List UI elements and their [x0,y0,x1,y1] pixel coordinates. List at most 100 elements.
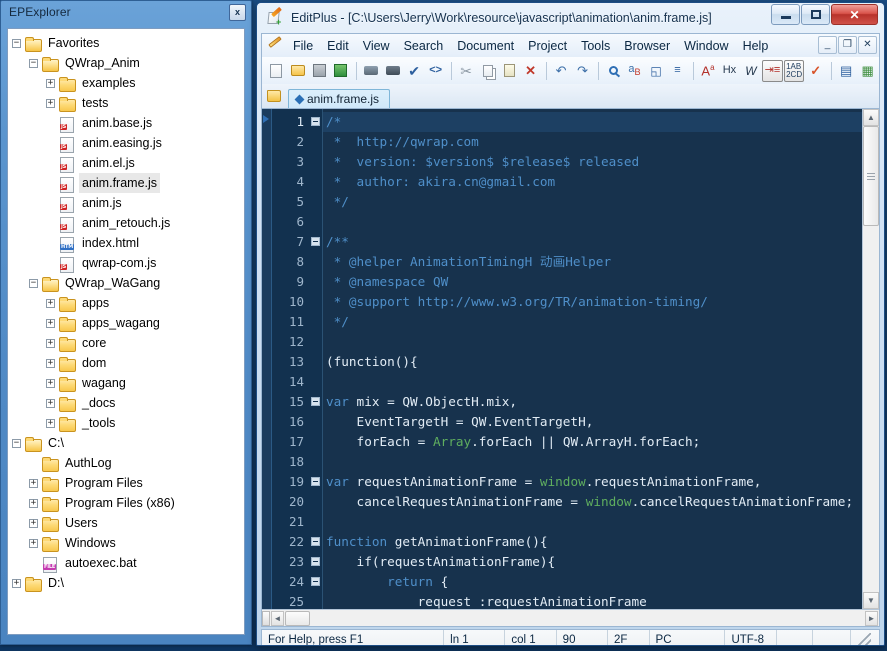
tree-item[interactable]: + Windows [12,533,242,553]
fold-toggle-icon[interactable] [308,532,322,552]
expand-icon[interactable]: + [29,518,38,528]
tree-item[interactable]: + apps_wagang [12,313,242,333]
save-all-icon[interactable] [330,60,350,82]
tree-item[interactable]: + Program Files (x86) [12,493,242,513]
fold-toggle-icon[interactable] [308,572,322,592]
collapse-icon[interactable]: − [29,58,38,68]
folder-icon[interactable] [267,88,283,104]
redo-icon[interactable]: ↷ [572,60,592,82]
split-view-handle[interactable] [262,610,270,626]
mdi-minimize-button[interactable]: _ [818,36,837,54]
fold-toggle-icon[interactable] [308,472,322,492]
fold-toggle-icon[interactable] [308,112,322,132]
tree-item[interactable]: AuthLog [12,453,242,473]
replace-icon[interactable]: aB [624,60,644,82]
hex-icon[interactable]: Hx [719,60,739,82]
tree-item[interactable]: + D:\ [12,573,242,593]
tree-item[interactable]: JS anim.el.js [12,153,242,173]
font-icon[interactable]: Aa [698,60,718,82]
fold-toggle-icon[interactable] [308,392,322,412]
menu-item-search[interactable]: Search [397,36,451,56]
expand-icon[interactable]: + [46,318,55,328]
window-close-button[interactable]: ✕ [831,4,878,25]
tree-item[interactable]: + Program Files [12,473,242,493]
expand-icon[interactable]: + [46,78,55,88]
expand-icon[interactable]: + [12,578,21,588]
collapse-icon[interactable]: − [12,38,21,48]
expand-icon[interactable]: + [46,378,55,388]
tree-item[interactable]: − QWrap_Anim [12,53,242,73]
menu-item-browser[interactable]: Browser [617,36,677,56]
tree-item[interactable]: JS anim_retouch.js [12,213,242,233]
mdi-close-button[interactable]: ✕ [858,36,877,54]
expand-icon[interactable]: + [29,478,38,488]
tree-item[interactable]: JS anim.frame.js [12,173,242,193]
vertical-scroll-thumb[interactable] [863,126,879,226]
find-icon[interactable] [603,60,623,82]
menu-item-view[interactable]: View [356,36,397,56]
code-text-area[interactable]: /* * http://qwrap.com * version: $versio… [322,109,879,609]
tree-item[interactable]: + apps [12,293,242,313]
print-icon[interactable] [382,60,402,82]
new-file-icon[interactable] [266,60,286,82]
check-icon[interactable]: ✓ [805,60,825,82]
view-source-icon[interactable]: <> [425,60,445,82]
menu-item-help[interactable]: Help [736,36,776,56]
tree-item[interactable]: JS qwrap-com.js [12,253,242,273]
scroll-left-button[interactable]: ◄ [271,610,284,626]
undo-icon[interactable]: ↶ [551,60,571,82]
expand-icon[interactable]: + [29,498,38,508]
menu-item-document[interactable]: Document [450,36,521,56]
code-fold-column[interactable] [308,109,322,609]
goto-line-icon[interactable]: ≡ [667,60,687,82]
tree-item[interactable]: − C:\ [12,433,242,453]
indent-icon[interactable]: ⇥≡ [762,59,783,82]
copy-icon[interactable] [477,60,497,82]
bookmark-column[interactable] [262,109,272,609]
expand-icon[interactable]: + [46,298,55,308]
menu-item-tools[interactable]: Tools [574,36,617,56]
window-maximize-button[interactable] [801,4,830,25]
tree-item[interactable]: HTM index.html [12,233,242,253]
document-tab[interactable]: anim.frame.js [288,89,391,108]
expand-icon[interactable]: + [46,418,55,428]
save-icon[interactable] [309,60,329,82]
menu-item-project[interactable]: Project [521,36,574,56]
menu-item-file[interactable]: File [286,36,320,56]
tree-item[interactable]: + core [12,333,242,353]
tree-item[interactable]: JS anim.js [12,193,242,213]
tree-item[interactable]: + tests [12,93,242,113]
expand-icon[interactable]: + [29,538,38,548]
scroll-down-button[interactable]: ▼ [863,592,879,609]
epexplorer-tree-panel[interactable]: − Favorites − QWrap_Anim + examples + tests JS an… [7,28,245,635]
paste-icon[interactable] [499,60,519,82]
find-next-icon[interactable]: ◱ [646,60,666,82]
word-wrap-icon[interactable]: W [741,60,761,82]
spellcheck-icon[interactable]: ✔ [404,60,424,82]
tree-item[interactable]: + dom [12,353,242,373]
cut-icon[interactable]: ✂ [456,60,476,82]
window-minimize-button[interactable] [771,4,800,25]
tree-item[interactable]: + examples [12,73,242,93]
open-file-icon[interactable] [287,60,307,82]
collapse-icon[interactable]: − [29,278,38,288]
mdi-restore-button[interactable]: ❐ [838,36,857,54]
print-preview-icon[interactable] [361,60,381,82]
expand-icon[interactable]: + [46,98,55,108]
document-selector-icon[interactable]: ▤ [836,60,856,82]
tree-item[interactable]: JS anim.easing.js [12,133,242,153]
horizontal-scroll-thumb[interactable] [285,610,310,626]
resize-grip-icon[interactable] [856,632,871,645]
tree-item[interactable]: + Users [12,513,242,533]
vertical-scroll-track[interactable] [863,226,879,592]
scroll-up-button[interactable]: ▲ [863,109,879,126]
tree-item[interactable]: − Favorites [12,33,242,53]
layout-icon[interactable]: ▦ [857,60,877,82]
delete-icon[interactable]: ✕ [520,60,540,82]
case-icon[interactable]: 1AB 2CD [783,59,805,82]
expand-icon[interactable]: + [46,338,55,348]
tree-item[interactable]: + wagang [12,373,242,393]
tree-item[interactable]: + _docs [12,393,242,413]
expand-icon[interactable]: + [46,358,55,368]
fold-toggle-icon[interactable] [308,232,322,252]
